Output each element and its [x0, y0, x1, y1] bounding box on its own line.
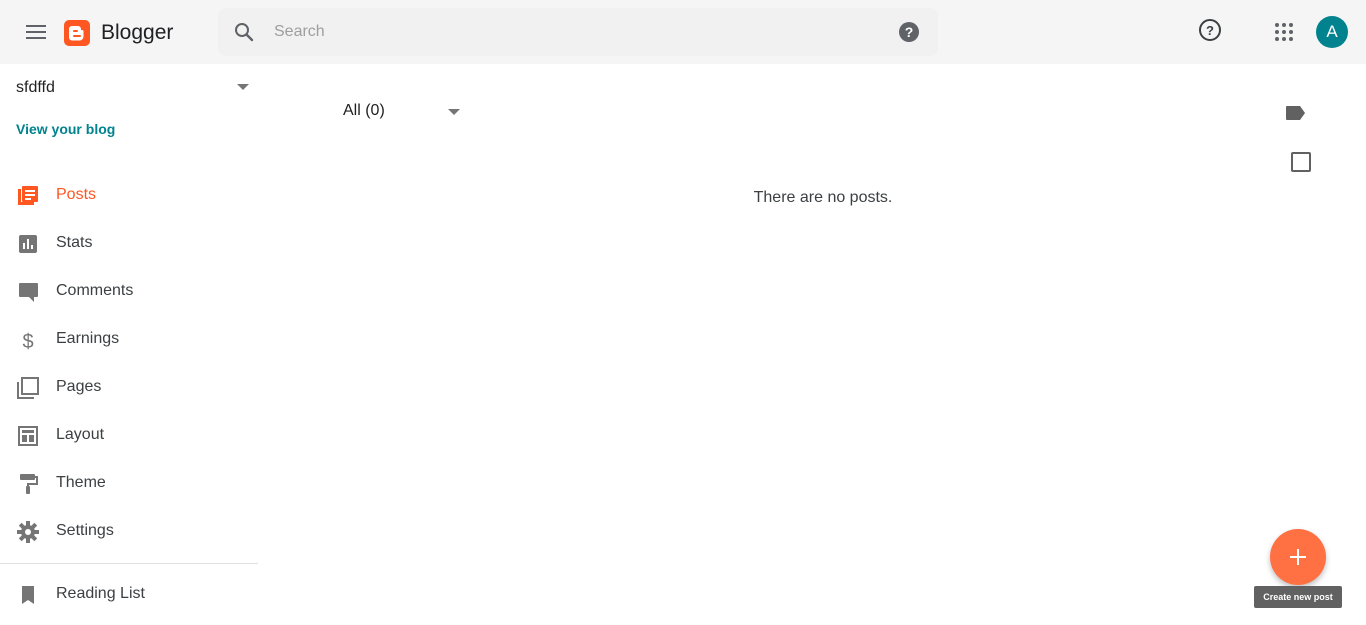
sidebar-item-reading-list[interactable]: Reading List	[0, 571, 258, 619]
sidebar-item-pages[interactable]: Pages	[0, 364, 258, 412]
chevron-down-icon[interactable]	[448, 109, 460, 115]
hamburger-menu-button[interactable]	[20, 16, 52, 48]
layout-icon	[18, 426, 38, 446]
stats-icon	[19, 235, 37, 253]
sidebar-item-label: Settings	[56, 522, 114, 539]
sidebar-item-comments[interactable]: Comments	[0, 268, 258, 316]
sidebar-item-stats[interactable]: Stats	[0, 220, 258, 268]
sidebar-item-earnings[interactable]: $ Earnings	[0, 316, 258, 364]
sidebar-item-label: Pages	[56, 378, 102, 395]
svg-text:$: $	[22, 331, 33, 352]
sidebar-item-label: Stats	[56, 234, 93, 251]
sidebar-item-settings[interactable]: Settings	[0, 508, 258, 556]
comments-icon	[19, 283, 38, 302]
svg-text:?: ?	[1206, 23, 1214, 38]
pages-icon	[17, 377, 39, 399]
blogger-logo-icon	[64, 20, 90, 46]
sidebar-divider	[0, 563, 258, 564]
brand-name: Blogger	[101, 21, 174, 44]
sidebar-item-label: Theme	[56, 474, 106, 491]
search-icon[interactable]	[232, 20, 256, 44]
svg-text:?: ?	[905, 24, 914, 40]
sidebar: sfdffd View your blog Posts Stats Commen…	[0, 64, 258, 625]
create-post-button[interactable]	[1270, 529, 1326, 585]
create-post-tooltip: Create new post	[1254, 586, 1342, 608]
blog-selector[interactable]: sfdffd	[16, 79, 55, 97]
sidebar-item-theme[interactable]: Theme	[0, 460, 258, 508]
empty-posts-message: There are no posts.	[753, 189, 893, 206]
search-input[interactable]	[274, 20, 874, 44]
gear-icon	[17, 521, 39, 543]
paint-roller-icon	[20, 474, 38, 494]
sidebar-item-layout[interactable]: Layout	[0, 412, 258, 460]
search-help-icon[interactable]: ?	[897, 20, 921, 44]
sidebar-item-label: Earnings	[56, 330, 120, 347]
search-bar: ?	[218, 8, 938, 56]
bookmark-icon	[22, 586, 34, 604]
sidebar-item-label: Comments	[56, 282, 134, 299]
hamburger-icon	[26, 25, 46, 39]
select-all-checkbox[interactable]	[1291, 152, 1311, 172]
avatar[interactable]: A	[1316, 16, 1348, 48]
view-blog-link[interactable]: View your blog	[16, 121, 115, 137]
top-bar: Blogger ? ? A	[0, 0, 1366, 64]
sidebar-item-label: Layout	[56, 426, 105, 443]
dollar-icon: $	[22, 331, 33, 352]
sidebar-item-label: Reading List	[56, 585, 145, 602]
apps-grid-icon[interactable]	[1272, 20, 1296, 44]
label-icon[interactable]	[1284, 101, 1308, 125]
plus-icon	[1290, 549, 1306, 565]
chevron-down-icon[interactable]	[237, 84, 249, 90]
posts-filter-dropdown[interactable]: All (0)	[343, 102, 385, 120]
help-icon[interactable]: ?	[1197, 17, 1223, 43]
